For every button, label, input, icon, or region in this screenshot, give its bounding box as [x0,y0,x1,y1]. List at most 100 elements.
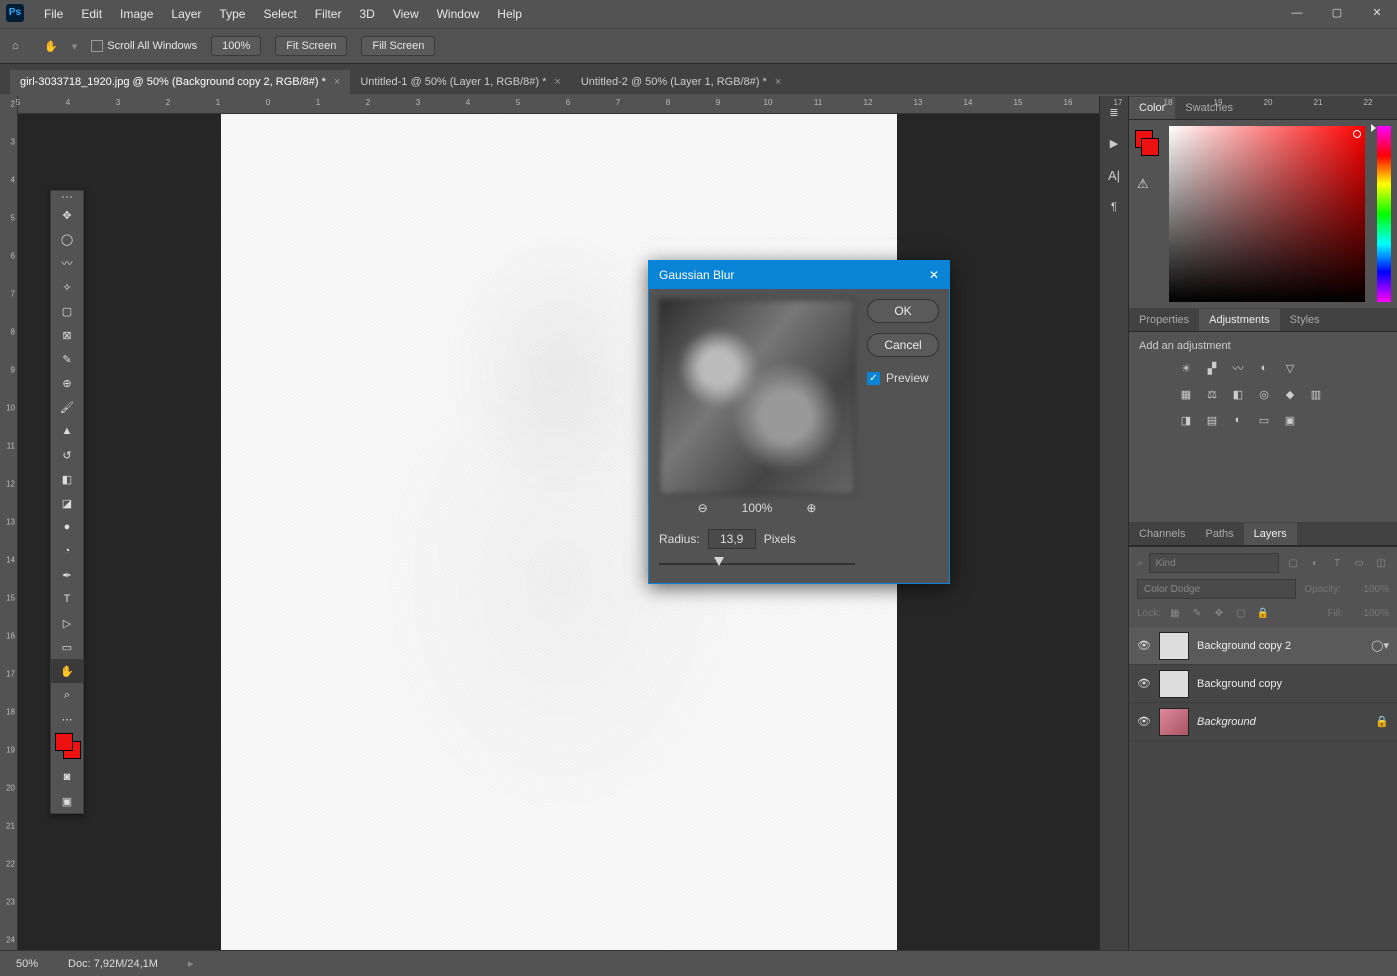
crop-tool[interactable]: ▢ [51,299,83,323]
filter-shape-icon[interactable]: ▭ [1351,555,1367,571]
close-icon[interactable]: × [775,76,781,88]
fill-value[interactable]: 100% [1349,608,1389,619]
scroll-all-checkbox[interactable]: Scroll All Windows [91,40,197,52]
hue-sat-icon[interactable]: ▦ [1177,386,1195,402]
screen-mode-icon[interactable]: ▣ [51,789,83,813]
layer-row[interactable]: 👁 Background copy 2 ◯▾ [1129,627,1397,665]
selective-color-icon[interactable]: ▣ [1281,412,1299,428]
healing-tool[interactable]: ⊕ [51,371,83,395]
menu-type[interactable]: Type [219,7,245,21]
clone-tool[interactable]: ▲ [51,419,83,443]
menu-view[interactable]: View [393,7,419,21]
blend-mode-select[interactable]: Color Dodge [1137,579,1296,599]
channel-mixer-icon[interactable]: ◆ [1281,386,1299,402]
actions-play-icon[interactable]: ▶ [1110,137,1118,150]
brush-tool[interactable]: 🖌 [51,395,83,419]
layer-thumbnail[interactable] [1159,670,1189,698]
ruler-vertical[interactable]: 23456789101112131415161718192021222324 [0,96,18,950]
close-icon[interactable]: × [334,76,340,88]
close-icon[interactable]: × [554,76,560,88]
invert-icon[interactable]: ◨ [1177,412,1195,428]
tab-styles[interactable]: Styles [1280,309,1330,331]
vibrance-icon[interactable]: ▽ [1281,360,1299,376]
menu-3d[interactable]: 3D [359,7,374,21]
menu-window[interactable]: Window [437,7,480,21]
exposure-icon[interactable]: ◐ [1255,360,1273,376]
curves-icon[interactable]: 〰 [1229,360,1247,376]
layer-thumbnail[interactable] [1159,708,1189,736]
history-brush-tool[interactable]: ↺ [51,443,83,467]
shape-tool[interactable]: ▭ [51,635,83,659]
zoom-in-icon[interactable]: ⊕ [806,501,816,515]
filter-type-icon[interactable]: T [1329,555,1345,571]
dialog-close-icon[interactable]: ✕ [929,268,939,282]
color-balance-icon[interactable]: ⚖ [1203,386,1221,402]
ruler-horizontal[interactable]: 5432101234567891011121314151617181920212… [18,96,1099,114]
tab-layers[interactable]: Layers [1244,523,1297,545]
color-lookup-icon[interactable]: ▥ [1307,386,1325,402]
cancel-button[interactable]: Cancel [867,333,939,357]
filter-pixel-icon[interactable]: ▢ [1285,555,1301,571]
tab-paths[interactable]: Paths [1195,523,1243,545]
hue-slider[interactable] [1377,126,1391,302]
type-tool[interactable]: T [51,587,83,611]
hand-tool-icon[interactable]: ✋ [44,40,58,53]
radius-slider[interactable] [659,555,855,573]
visibility-icon[interactable]: 👁 [1137,677,1151,691]
blur-tool[interactable]: ● [51,515,83,539]
layer-thumbnail[interactable] [1159,632,1189,660]
lock-artboard-icon[interactable]: ▢ [1233,605,1249,621]
marquee-tool[interactable]: ◯ [51,227,83,251]
eraser-tool[interactable]: ◧ [51,467,83,491]
menu-select[interactable]: Select [263,7,296,21]
radius-input[interactable] [708,529,756,549]
menu-filter[interactable]: Filter [315,7,342,21]
filter-adjust-icon[interactable]: ◐ [1307,555,1323,571]
foreground-background-colors[interactable] [51,731,83,765]
history-icon[interactable]: ≣ [1109,106,1118,119]
search-icon[interactable]: ⌕ [1137,558,1143,569]
tab-adjustments[interactable]: Adjustments [1199,309,1280,331]
visibility-icon[interactable]: 👁 [1137,639,1151,653]
tab-swatches[interactable]: Swatches [1175,97,1243,119]
dodge-tool[interactable]: ◔ [51,539,83,563]
layer-filter-kind[interactable]: Kind [1149,553,1279,573]
zoom-percent[interactable]: 100% [211,36,261,56]
magic-wand-tool[interactable]: ✧ [51,275,83,299]
levels-icon[interactable]: ▞ [1203,360,1221,376]
blur-preview[interactable] [659,299,855,495]
bw-icon[interactable]: ◧ [1229,386,1247,402]
doc-tab-1[interactable]: girl-3033718_1920.jpg @ 50% (Background … [10,70,350,94]
menu-layer[interactable]: Layer [171,7,201,21]
layer-name[interactable]: Background [1197,716,1367,728]
maximize-button[interactable]: ▢ [1317,0,1357,25]
opacity-value[interactable]: 100% [1349,584,1389,595]
minimize-button[interactable]: — [1277,0,1317,25]
layer-name[interactable]: Background copy 2 [1197,640,1363,652]
gradient-map-icon[interactable]: ▭ [1255,412,1273,428]
fg-bg-swatch[interactable] [1135,130,1161,170]
status-doc-size[interactable]: Doc: 7,92M/24,1M [68,958,158,970]
preview-checkbox[interactable]: ✓ Preview [867,371,939,385]
zoom-tool[interactable]: ⌕ [51,683,83,707]
doc-tab-2[interactable]: Untitled-1 @ 50% (Layer 1, RGB/8#) *× [350,70,570,94]
paragraph-icon[interactable]: ¶ [1111,201,1117,213]
layer-row[interactable]: 👁 Background 🔒 [1129,703,1397,741]
fit-screen-button[interactable]: Fit Screen [275,36,347,56]
ok-button[interactable]: OK [867,299,939,323]
hand-tool[interactable]: ✋ [51,659,83,683]
quick-mask-icon[interactable]: ◙ [51,765,83,789]
layer-row[interactable]: 👁 Background copy [1129,665,1397,703]
layer-name[interactable]: Background copy [1197,678,1389,690]
toolbox-grip[interactable] [51,191,83,203]
menu-help[interactable]: Help [497,7,522,21]
gamut-warning-icon[interactable]: ⚠ [1137,176,1149,192]
doc-tab-3[interactable]: Untitled-2 @ 50% (Layer 1, RGB/8#) *× [571,70,791,94]
close-button[interactable]: ✕ [1357,0,1397,25]
tab-channels[interactable]: Channels [1129,523,1195,545]
move-tool[interactable]: ✥ [51,203,83,227]
photo-filter-icon[interactable]: ◎ [1255,386,1273,402]
fill-screen-button[interactable]: Fill Screen [361,36,435,56]
home-icon[interactable]: ⌂ [12,40,30,52]
tab-properties[interactable]: Properties [1129,309,1199,331]
